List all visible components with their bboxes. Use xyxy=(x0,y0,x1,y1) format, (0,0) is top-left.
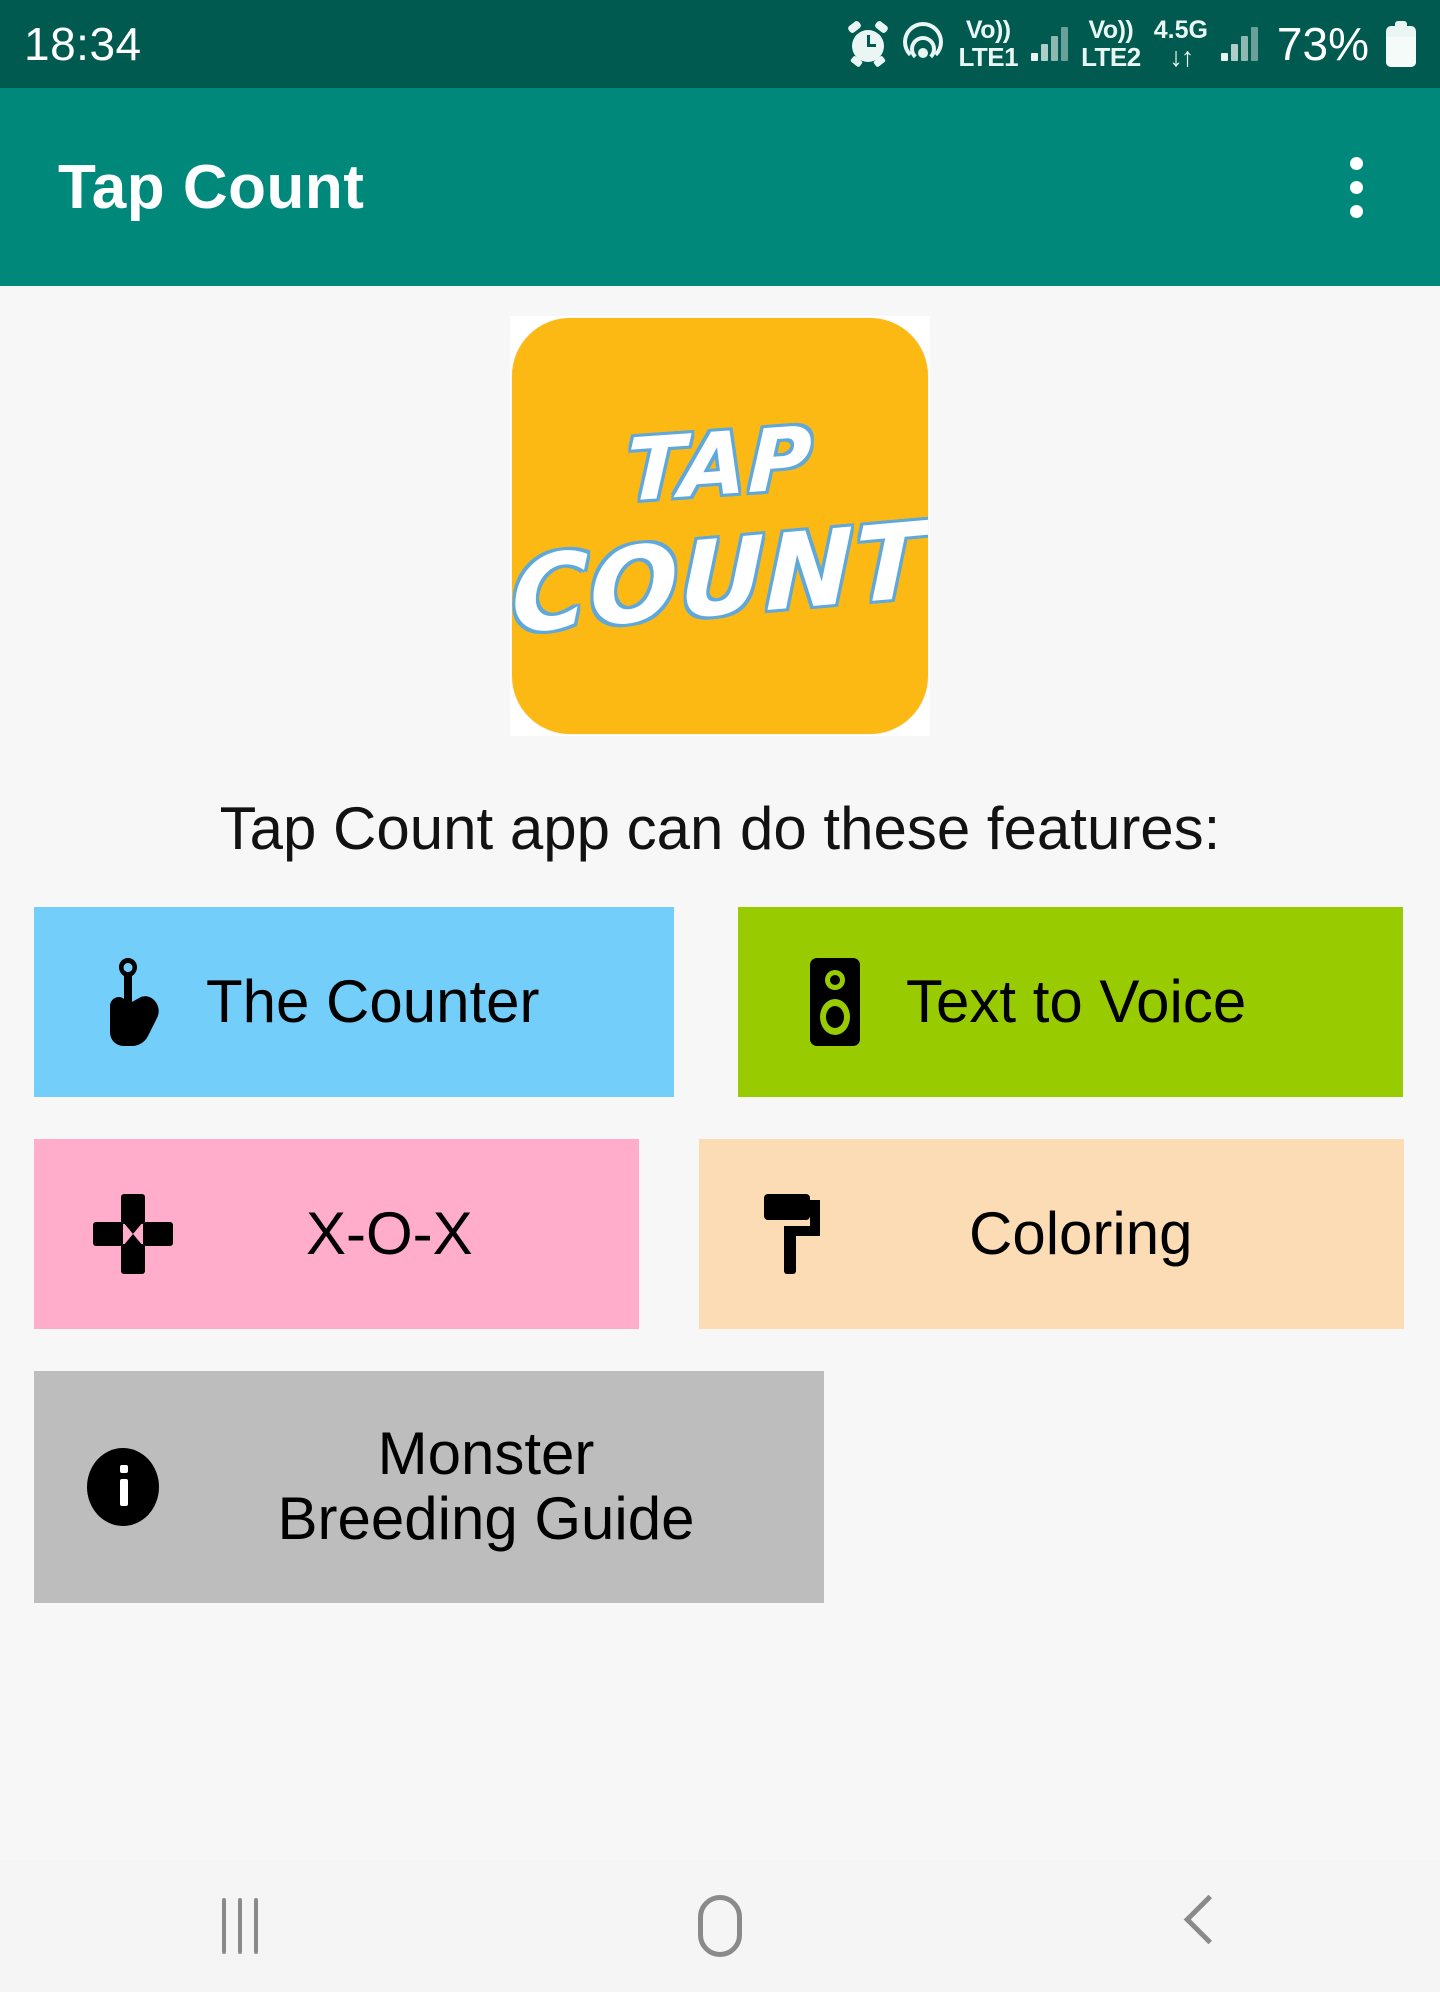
touch-tap-icon xyxy=(82,954,192,1050)
volte-sim2-bottom: LTE2 xyxy=(1081,42,1141,72)
features-row-2: X-O-X Coloring xyxy=(0,1139,1440,1329)
battery-percent: 73% xyxy=(1276,18,1369,70)
back-button[interactable] xyxy=(1100,1860,1300,1992)
status-bar: 18:34 Vo)) LTE1 Vo)) LTE2 4.5G ↓↑ 73% xyxy=(0,0,1440,88)
features-heading: Tap Count app can do these features: xyxy=(219,795,1221,862)
feature-label: Monster Breeding Guide xyxy=(218,1420,824,1552)
features-row-3: Monster Breeding Guide xyxy=(0,1371,1440,1603)
app-logo-container: TAP COUNT xyxy=(0,316,1440,736)
data-transfer-arrows-icon: ↓↑ xyxy=(1169,41,1194,72)
feature-button-coloring[interactable]: Coloring xyxy=(699,1139,1404,1329)
back-chevron-icon xyxy=(1183,1898,1217,1954)
page-title: Tap Count xyxy=(58,152,365,222)
feature-label-line-2: Breeding Guide xyxy=(277,1485,695,1552)
app-logo: TAP COUNT xyxy=(512,318,928,734)
speaker-icon xyxy=(790,954,880,1050)
volte-sim2-icon: Vo)) LTE2 xyxy=(1081,16,1141,72)
feature-label-line-1: Monster xyxy=(377,1420,595,1488)
signal-bars-sim2-icon xyxy=(1220,27,1258,61)
home-button[interactable] xyxy=(620,1860,820,1992)
status-clock: 18:34 xyxy=(24,18,142,70)
app-bar: Tap Count xyxy=(0,88,1440,286)
recent-apps-button[interactable] xyxy=(140,1860,340,1992)
phone-screen: 18:34 Vo)) LTE1 Vo)) LTE2 4.5G ↓↑ 73% Ta… xyxy=(0,0,1440,1992)
feature-button-the-counter[interactable]: The Counter xyxy=(34,907,674,1097)
alarm-clock-icon xyxy=(847,19,890,68)
feature-button-text-to-voice[interactable]: Text to Voice xyxy=(738,907,1403,1097)
data-rate-icon: 4.5G ↓↑ xyxy=(1153,15,1208,72)
system-navigation-bar xyxy=(0,1860,1440,1992)
battery-icon xyxy=(1382,21,1416,67)
data-rate-label: 4.5G xyxy=(1153,15,1208,44)
logo-line-2: COUNT xyxy=(512,498,928,658)
info-icon xyxy=(78,1448,168,1526)
features-row-1: The Counter Text to Voice xyxy=(0,907,1440,1097)
volte-sim1-top: Vo)) xyxy=(965,16,1011,44)
status-icons: Vo)) LTE1 Vo)) LTE2 4.5G ↓↑ 73% xyxy=(847,15,1416,72)
feature-button-monster-breeding-guide[interactable]: Monster Breeding Guide xyxy=(34,1371,824,1603)
feature-label: Coloring xyxy=(969,1199,1193,1267)
feature-label: X-O-X xyxy=(306,1199,473,1267)
home-icon xyxy=(698,1895,742,1957)
feature-label: The Counter xyxy=(206,967,540,1035)
feature-label: Text to Voice xyxy=(906,967,1247,1035)
volte-sim2-top: Vo)) xyxy=(1088,16,1134,44)
app-logo-frame: TAP COUNT xyxy=(510,316,930,736)
paint-roller-icon xyxy=(747,1186,847,1282)
feature-button-x-o-x[interactable]: X-O-X xyxy=(34,1139,639,1329)
main-content: TAP COUNT Tap Count app can do these fea… xyxy=(0,286,1440,1860)
volte-sim1-icon: Vo)) LTE1 xyxy=(958,16,1019,72)
dpad-game-icon xyxy=(78,1192,188,1276)
logo-line-1: TAP xyxy=(624,408,816,522)
more-options-icon[interactable] xyxy=(1316,137,1396,237)
features-grid: The Counter Text to Voice X-O-X Coloring… xyxy=(0,907,1440,1603)
volte-sim1-bottom: LTE1 xyxy=(958,42,1019,72)
signal-bars-sim1-icon xyxy=(1031,27,1069,61)
recent-apps-icon xyxy=(222,1898,258,1954)
nearby-share-icon xyxy=(901,22,945,64)
